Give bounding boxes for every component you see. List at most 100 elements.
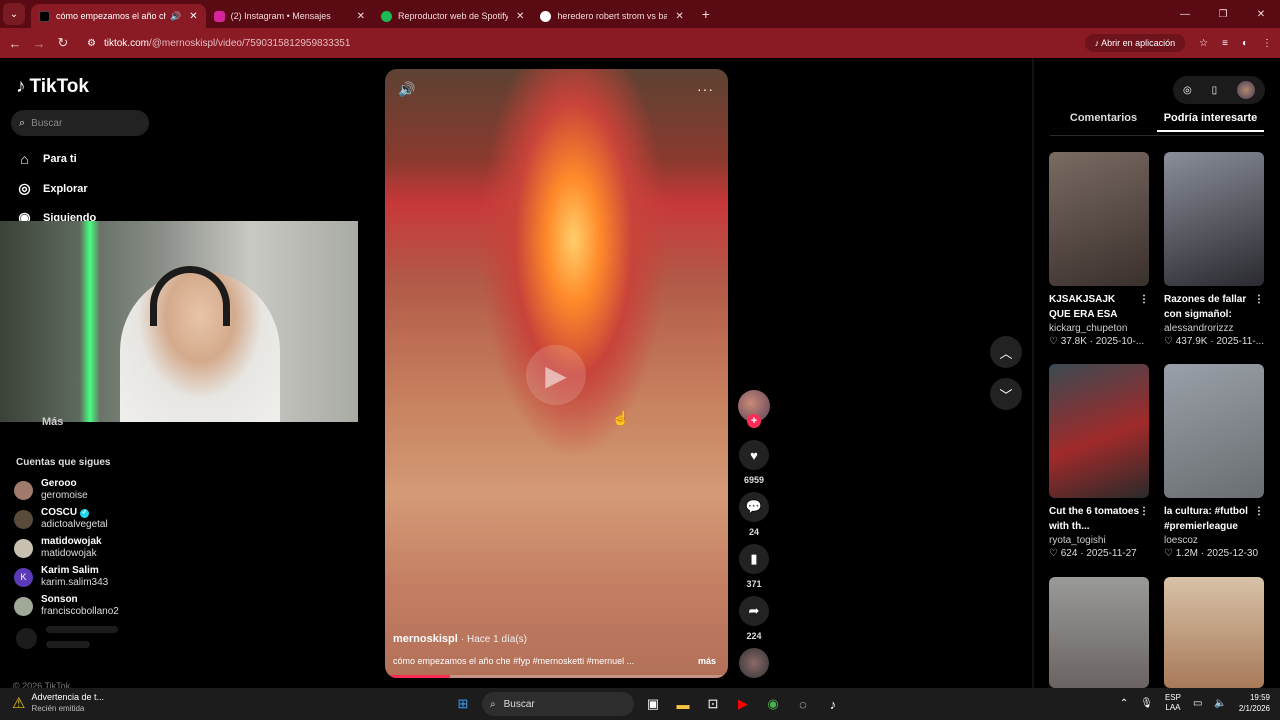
clock[interactable]: 19:59 2/1/2026 — [1239, 692, 1270, 714]
search-input[interactable]: ⌕ Buscar — [11, 110, 149, 136]
store-icon[interactable]: ⊡ — [702, 693, 724, 715]
save-action[interactable]: ▮ 371 — [737, 544, 771, 589]
tab-close-icon[interactable]: ✕ — [189, 11, 197, 22]
account-name: matidowojak — [41, 536, 102, 547]
caption-more-link[interactable]: más — [698, 656, 716, 666]
account-handle: karim.salim343 — [41, 577, 109, 588]
card-user[interactable]: loescoz — [1164, 534, 1264, 547]
url-field[interactable]: ⚙ tiktok.com /@mernoskispl/video/7590315… — [87, 38, 350, 49]
browser-tab[interactable]: heredero robert strom vs baule ✕ — [532, 4, 691, 28]
browser-menu-icon[interactable]: ⋮ — [1262, 38, 1272, 49]
card-user[interactable]: alessandrorizzz — [1164, 322, 1264, 335]
tab-search-button[interactable]: ⌄ — [3, 3, 25, 25]
video-thumbnail[interactable] — [1164, 364, 1264, 498]
more-options-icon[interactable]: ··· — [697, 81, 714, 97]
heart-icon[interactable]: ♥ — [739, 440, 769, 470]
browser-tab[interactable]: (2) Instagram • Mensajes ✕ — [206, 4, 373, 28]
following-item[interactable]: Gerooo geromoise — [14, 478, 88, 502]
following-item[interactable]: Sonson franciscobollano2 — [14, 594, 119, 618]
speaker-icon[interactable]: 🔊 — [170, 11, 181, 22]
bookmark-icon[interactable]: ▮ — [739, 544, 769, 574]
comment-icon[interactable]: 💬 — [739, 492, 769, 522]
heart-outline-icon: ♡ — [1049, 548, 1061, 559]
windows-start-icon[interactable]: ⊞ — [452, 693, 474, 715]
forward-icon[interactable]: → — [27, 36, 51, 51]
language-indicator[interactable]: ESP LAA — [1165, 693, 1181, 713]
suggested-video-card[interactable]: la cultura: #futbol #premierleague ⋮ loes… — [1164, 364, 1264, 560]
follow-plus-icon[interactable]: + — [747, 414, 761, 428]
reload-icon[interactable]: ↻ — [51, 35, 75, 51]
nav-more[interactable]: Más — [42, 416, 63, 428]
chrome-icon[interactable]: ◉ — [762, 693, 784, 715]
previous-video-button[interactable]: ︿ — [990, 336, 1022, 368]
media-control-icon[interactable]: ≡ — [1222, 38, 1228, 49]
card-user[interactable]: kickarg_chupeton — [1049, 322, 1149, 335]
task-view-icon[interactable]: ▣ — [642, 693, 664, 715]
share-action[interactable]: ➦ 224 — [737, 596, 771, 641]
chevron-up-icon[interactable]: ⌃ — [1120, 698, 1128, 709]
tab-close-icon[interactable]: ✕ — [516, 11, 524, 22]
kebab-icon[interactable]: ⋮ — [1254, 292, 1264, 307]
comment-action[interactable]: 💬 24 — [737, 492, 771, 537]
app-icon[interactable]: ◌ — [792, 693, 814, 715]
taskbar-search[interactable]: ⌕ Buscar — [482, 692, 634, 716]
microphone-icon[interactable]: 🎙 — [1140, 698, 1153, 709]
site-info-icon[interactable]: ⚙ — [87, 38, 96, 49]
device-icon[interactable]: ▯ — [1212, 85, 1218, 96]
new-tab-icon[interactable]: + — [702, 6, 710, 22]
tiktok-app-icon[interactable]: ♪ — [822, 693, 844, 715]
user-avatar[interactable] — [1237, 81, 1256, 99]
kebab-icon[interactable]: ⋮ — [1254, 504, 1264, 519]
video-author[interactable]: mernoskispl · Hace 1 día(s) — [393, 633, 527, 645]
browser-tab[interactable]: cómo empezamos el año che 🔊 ✕ — [31, 4, 206, 28]
suggested-video-card[interactable] — [1049, 577, 1149, 688]
kebab-icon[interactable]: ⋮ — [1139, 504, 1149, 519]
video-thumbnail[interactable] — [1049, 577, 1149, 688]
network-icon[interactable]: ▭ — [1193, 698, 1202, 709]
minimize-icon[interactable]: — — [1166, 9, 1204, 20]
share-icon[interactable]: ➦ — [739, 596, 769, 626]
video-thumbnail[interactable] — [1164, 152, 1264, 286]
tab-suggestions[interactable]: Podría interesarte — [1157, 112, 1264, 132]
volume-icon[interactable]: 🔈 — [1214, 698, 1226, 709]
video-player[interactable]: 🔊 ··· ▶ mernoskispl · Hace 1 día(s) cómo… — [385, 69, 728, 678]
video-thumbnail[interactable] — [1164, 577, 1264, 688]
notification-widget[interactable]: ⚠ Advertencia de t... Recién emitida — [12, 692, 104, 714]
suggested-video-card[interactable] — [1164, 577, 1264, 688]
window-close-icon[interactable]: ✕ — [1242, 9, 1280, 20]
tab-close-icon[interactable]: ✕ — [675, 11, 683, 22]
video-thumbnail[interactable] — [1049, 364, 1149, 498]
like-action[interactable]: ♥ 6959 — [737, 440, 771, 485]
card-likes: 37.8K — [1060, 336, 1087, 347]
back-icon[interactable]: ← — [3, 36, 27, 51]
card-user[interactable]: ryota_togishi — [1049, 534, 1149, 547]
volume-icon[interactable]: 🔊 — [398, 81, 415, 98]
following-item[interactable]: COSCU ✓ adictoalvegetal — [14, 507, 108, 531]
video-thumbnail[interactable] — [1049, 152, 1149, 286]
kebab-icon[interactable]: ⋮ — [1139, 292, 1149, 307]
tiktok-logo[interactable]: ♪ TikTok — [16, 76, 89, 98]
youtube-icon[interactable]: ▶ — [732, 693, 754, 715]
tab-close-icon[interactable]: ✕ — [357, 11, 365, 22]
browser-tab[interactable]: Reproductor web de Spotify: m ✕ — [373, 4, 532, 28]
suggested-video-card[interactable]: Razones de fallar con sigmañol: ⋮ alessan… — [1164, 152, 1264, 348]
nav-for-you[interactable]: ⌂ Para ti — [16, 151, 76, 167]
suggested-video-card[interactable]: KJSAKJSAJK QUE ERA ESA LEEETR... ⋮ kickar… — [1049, 152, 1149, 348]
file-explorer-icon[interactable]: ▬ — [672, 693, 694, 715]
maximize-icon[interactable]: ❐ — [1204, 9, 1242, 20]
nav-explore[interactable]: ◎ Explorar — [16, 180, 87, 197]
open-in-app-button[interactable]: ♪ Abrir en aplicación — [1084, 34, 1186, 52]
following-item[interactable]: K Karim Salim karim.salim343 — [14, 565, 108, 589]
following-item[interactable]: matidowojak matidowojak — [14, 536, 102, 560]
suggested-video-card[interactable]: Cut the 6 tomatoes with th... ⋮ ryota_tog… — [1049, 364, 1149, 560]
tab-comments[interactable]: Comentarios — [1050, 112, 1157, 132]
music-disc-icon[interactable] — [739, 648, 769, 678]
bookmark-star-icon[interactable]: ☆ — [1199, 38, 1208, 49]
play-icon[interactable]: ▶ — [526, 345, 586, 405]
save-count: 371 — [746, 579, 762, 589]
next-video-button[interactable]: ﹀ — [990, 378, 1022, 410]
video-progress-bar[interactable] — [385, 675, 728, 678]
profile-icon[interactable]: ◐ — [1242, 38, 1248, 49]
webcam-overlay — [0, 221, 358, 422]
explore-compass-icon[interactable]: ◎ — [1183, 85, 1192, 96]
